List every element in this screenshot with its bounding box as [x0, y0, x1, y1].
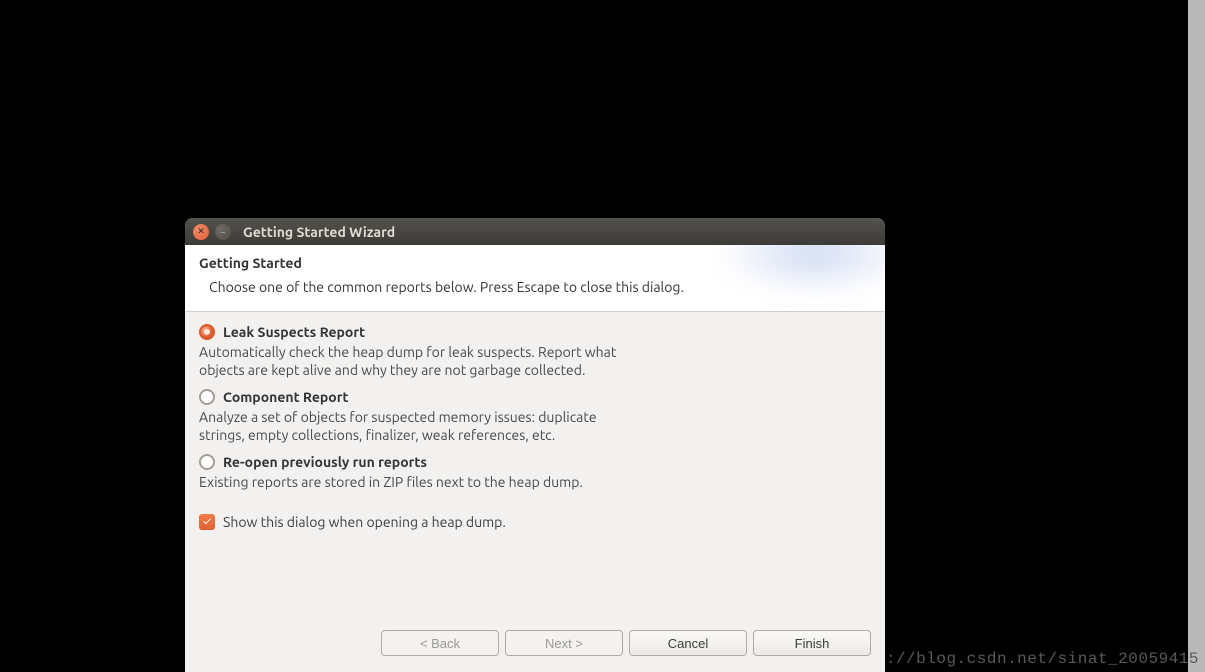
- close-icon[interactable]: ✕: [193, 224, 209, 240]
- titlebar[interactable]: ✕ – Getting Started Wizard: [185, 218, 885, 245]
- getting-started-dialog: ✕ – Getting Started Wizard Getting Start…: [185, 218, 885, 672]
- dialog-content: Leak Suspects Report Automatically check…: [185, 312, 885, 534]
- option-head[interactable]: Leak Suspects Report: [199, 324, 871, 340]
- option-desc: Existing reports are stored in ZIP files…: [199, 474, 639, 492]
- minimize-icon[interactable]: –: [215, 224, 231, 240]
- option-desc: Automatically check the heap dump for le…: [199, 344, 639, 379]
- option-desc: Analyze a set of objects for suspected m…: [199, 409, 639, 444]
- dialog-header: Getting Started Choose one of the common…: [185, 245, 885, 312]
- option-head[interactable]: Component Report: [199, 389, 871, 405]
- option-title: Leak Suspects Report: [223, 324, 365, 340]
- option-reopen-reports: Re-open previously run reports Existing …: [199, 454, 871, 492]
- show-dialog-label: Show this dialog when opening a heap dum…: [223, 514, 506, 530]
- cancel-button[interactable]: Cancel: [629, 630, 747, 656]
- dialog-footer: < Back Next > Cancel Finish: [185, 620, 885, 672]
- finish-button[interactable]: Finish: [753, 630, 871, 656]
- watermark-text: http://blog.csdn.net/sinat_20059415: [845, 650, 1199, 668]
- option-title: Component Report: [223, 389, 349, 405]
- page-right-gutter: [1188, 0, 1205, 672]
- show-dialog-row[interactable]: ✓ Show this dialog when opening a heap d…: [199, 514, 871, 530]
- next-button: Next >: [505, 630, 623, 656]
- radio-icon[interactable]: [199, 324, 215, 340]
- back-button: < Back: [381, 630, 499, 656]
- option-head[interactable]: Re-open previously run reports: [199, 454, 871, 470]
- option-leak-suspects: Leak Suspects Report Automatically check…: [199, 324, 871, 379]
- header-decoration: [715, 245, 885, 295]
- radio-icon[interactable]: [199, 389, 215, 405]
- window-title: Getting Started Wizard: [243, 224, 395, 240]
- checkbox-icon[interactable]: ✓: [199, 514, 215, 530]
- option-title: Re-open previously run reports: [223, 454, 427, 470]
- option-component-report: Component Report Analyze a set of object…: [199, 389, 871, 444]
- radio-icon[interactable]: [199, 454, 215, 470]
